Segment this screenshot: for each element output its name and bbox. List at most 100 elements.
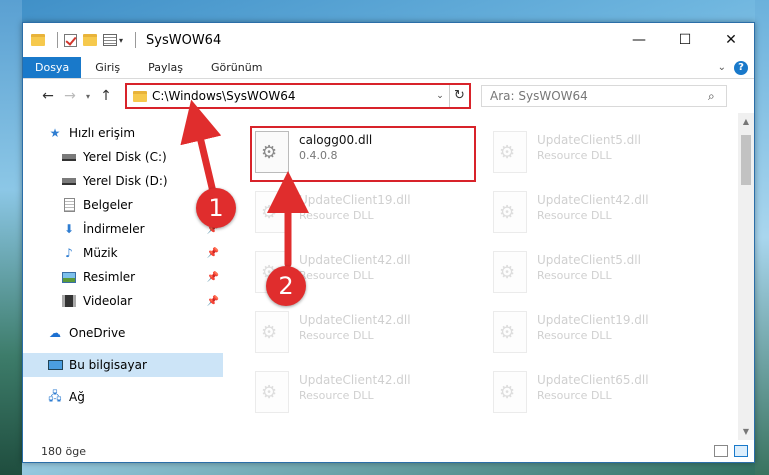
up-arrow-icon[interactable]: ↑: [95, 88, 117, 104]
dll-file-icon: [493, 311, 527, 353]
item-count: 180 öge: [41, 444, 86, 458]
sidebar-item-downloads[interactable]: ⬇ İndirmeler 📌: [23, 217, 223, 241]
window-title: SysWOW64: [146, 32, 222, 48]
search-box[interactable]: Ara: SysWOW64 ⌕: [481, 85, 727, 107]
minimize-button[interactable]: —: [616, 23, 662, 57]
pictures-icon: [61, 270, 77, 284]
search-input[interactable]: Ara: SysWOW64: [490, 89, 708, 103]
file-version: 0.4.0.8: [299, 149, 338, 162]
sidebar-item-label: Resimler: [83, 270, 136, 284]
list-item[interactable]: UpdateClient19.dll Resource DLL: [255, 191, 411, 233]
address-path[interactable]: C:\Windows\SysWOW64: [152, 89, 431, 103]
list-item[interactable]: UpdateClient5.dll Resource DLL: [493, 131, 641, 173]
explorer-window: ▾ SysWOW64 — ☐ ✕ Dosya Giriş Paylaş Görü…: [22, 22, 755, 463]
tab-file[interactable]: Dosya: [23, 57, 82, 78]
folder-icon: [31, 34, 45, 46]
file-type: Resource DLL: [537, 149, 612, 162]
sidebar-item-network[interactable]: 🖧 Ağ: [23, 385, 223, 409]
forward-arrow-icon[interactable]: →: [59, 88, 81, 104]
tab-view[interactable]: Görünüm: [197, 57, 276, 78]
scroll-thumb[interactable]: [741, 135, 751, 185]
file-name: UpdateClient19.dll: [537, 313, 649, 327]
sidebar-item-this-pc[interactable]: Bu bilgisayar: [23, 353, 223, 377]
dll-file-icon: [493, 131, 527, 173]
address-bar[interactable]: C:\Windows\SysWOW64 ⌄ ↻: [125, 83, 471, 109]
sidebar-item-local-disk-c[interactable]: Yerel Disk (C:): [23, 145, 223, 169]
navigation-row: ← → ▾ ↑ C:\Windows\SysWOW64 ⌄ ↻ Ara: Sys…: [23, 79, 754, 113]
step-badge-1: 1: [196, 188, 236, 228]
large-icons-view-icon[interactable]: [734, 445, 748, 457]
toolbar-divider: [135, 32, 137, 48]
pin-icon[interactable]: 📌: [207, 248, 219, 259]
title-bar: ▾ SysWOW64 — ☐ ✕: [23, 23, 754, 57]
pin-icon[interactable]: 📌: [207, 296, 219, 307]
folder-icon: [133, 90, 147, 102]
sidebar-item-label: OneDrive: [69, 326, 126, 340]
ribbon-right: ⌄ ?: [718, 57, 754, 78]
drive-icon: [61, 150, 77, 164]
file-name: UpdateClient42.dll: [299, 253, 411, 267]
dll-file-icon: [493, 251, 527, 293]
file-type: Resource DLL: [537, 329, 612, 342]
sidebar-item-label: Videolar: [83, 294, 133, 308]
list-item[interactable]: UpdateClient42.dll Resource DLL: [493, 191, 649, 233]
sidebar-item-documents[interactable]: Belgeler: [23, 193, 223, 217]
details-view-icon[interactable]: [714, 445, 728, 457]
list-item[interactable]: UpdateClient19.dll Resource DLL: [493, 311, 649, 353]
desktop-background-right: [755, 0, 769, 475]
list-item[interactable]: UpdateClient42.dll Resource DLL: [255, 311, 411, 353]
address-dropdown-icon[interactable]: ⌄: [431, 91, 449, 101]
desktop-background-left: [0, 0, 22, 475]
file-type: Resource DLL: [537, 269, 612, 282]
drive-icon: [61, 174, 77, 188]
dll-file-icon: [493, 191, 527, 233]
navigation-pane: ★ Hızlı erişim Yerel Disk (C:) Yerel Dis…: [23, 113, 223, 440]
star-icon: ★: [49, 126, 61, 140]
list-item[interactable]: UpdateClient42.dll Resource DLL: [255, 371, 411, 413]
list-item[interactable]: UpdateClient65.dll Resource DLL: [493, 371, 649, 413]
vertical-scrollbar[interactable]: ▲ ▼: [738, 113, 754, 440]
sidebar-item-quick-access[interactable]: ★ Hızlı erişim: [23, 121, 223, 145]
sidebar-item-label: Hızlı erişim: [69, 126, 136, 140]
sidebar-item-pictures[interactable]: Resimler 📌: [23, 265, 223, 289]
file-name: UpdateClient5.dll: [537, 133, 641, 147]
maximize-button[interactable]: ☐: [662, 23, 708, 57]
pin-icon[interactable]: 📌: [207, 272, 219, 283]
back-arrow-icon[interactable]: ←: [37, 88, 59, 104]
file-name: UpdateClient5.dll: [537, 253, 641, 267]
sidebar-item-onedrive[interactable]: ☁ OneDrive: [23, 321, 223, 345]
list-item[interactable]: UpdateClient5.dll Resource DLL: [493, 251, 641, 293]
toolbar-divider: [57, 32, 58, 48]
refresh-icon[interactable]: ↻: [449, 85, 469, 107]
file-name: UpdateClient42.dll: [299, 373, 411, 387]
file-type: Resource DLL: [537, 209, 612, 222]
sidebar-item-videos[interactable]: Videolar 📌: [23, 289, 223, 313]
search-icon: ⌕: [708, 88, 715, 103]
document-icon: [61, 198, 77, 212]
scroll-down-icon[interactable]: ▼: [738, 427, 754, 436]
scroll-up-icon[interactable]: ▲: [738, 117, 754, 126]
properties-icon[interactable]: [103, 34, 117, 46]
step-badge-2: 2: [266, 266, 306, 306]
recent-locations-chevron-icon[interactable]: ▾: [81, 92, 95, 101]
network-icon: 🖧: [48, 388, 62, 403]
sidebar-item-label: Yerel Disk (D:): [83, 174, 168, 188]
file-name: UpdateClient65.dll: [537, 373, 649, 387]
sidebar-item-label: Yerel Disk (C:): [83, 150, 167, 164]
help-icon[interactable]: ?: [734, 60, 748, 75]
new-folder-icon[interactable]: [83, 34, 97, 46]
dll-file-icon: [493, 371, 527, 413]
close-button[interactable]: ✕: [708, 23, 754, 57]
expand-ribbon-chevron-icon[interactable]: ⌄: [718, 62, 726, 73]
properties-check-icon[interactable]: [64, 33, 77, 47]
tab-home[interactable]: Giriş: [81, 57, 134, 78]
quick-access-dropdown-icon[interactable]: ▾: [119, 36, 123, 45]
sidebar-item-music[interactable]: ♪ Müzik 📌: [23, 241, 223, 265]
video-icon: [61, 294, 77, 308]
file-name: UpdateClient19.dll: [299, 193, 411, 207]
dll-file-icon: [255, 191, 289, 233]
file-item-calogg00[interactable]: calogg00.dll 0.4.0.8: [255, 131, 372, 173]
tab-share[interactable]: Paylaş: [134, 57, 197, 78]
file-type: Resource DLL: [299, 389, 374, 402]
sidebar-item-local-disk-d[interactable]: Yerel Disk (D:): [23, 169, 223, 193]
